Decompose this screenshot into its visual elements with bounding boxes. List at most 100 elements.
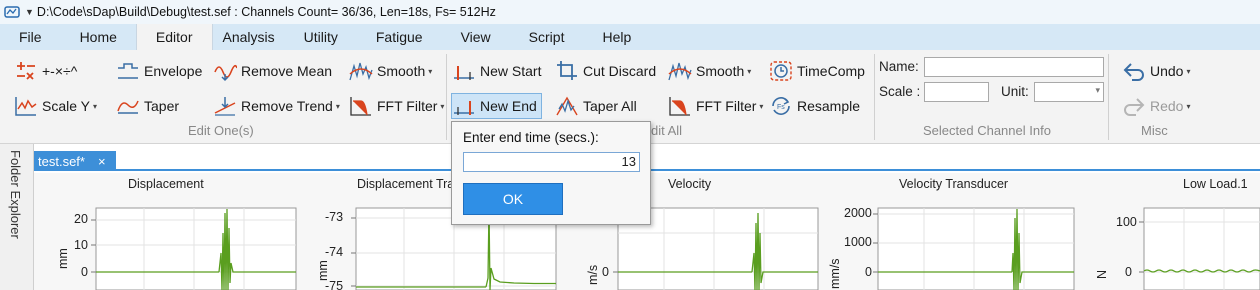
chevron-down-icon: ▾ [428,66,433,76]
clock-icon [770,61,792,81]
crop-icon [557,61,577,80]
tick-label: 0 [1125,265,1132,279]
remove-mean-button[interactable]: Remove Mean [213,58,332,84]
group-label-channel-info: Selected Channel Info [923,123,1051,138]
chevron-down-icon: ▾ [93,101,98,111]
tick-label: 0 [602,265,609,279]
timecomp-button[interactable]: TimeComp [769,58,865,84]
chevron-down-icon: ▾ [1186,101,1191,111]
plot-displacement[interactable] [91,207,297,290]
tick-label: 0 [81,265,88,279]
close-icon[interactable]: × [98,154,106,169]
popup-prompt: Enter end time (secs.): [463,130,599,145]
y-axis-unit: mm/s [828,258,842,289]
resample-icon: Fs [772,97,790,115]
name-input[interactable] [924,57,1104,77]
taper-icon [117,100,139,114]
end-time-input[interactable]: 13 [463,152,640,172]
group-label-misc: Misc [1141,123,1168,138]
tick-label: -73 [325,210,344,224]
undo-button[interactable]: Undo ▾ [1122,58,1190,84]
chevron-down-icon: ▾ [440,101,445,111]
ok-button[interactable]: OK [463,183,563,215]
math-ops-button[interactable]: +-×÷^ [14,58,77,84]
y-axis-unit: mm [56,248,70,269]
menu-file[interactable]: File [0,24,61,50]
y-axis-unit: mm [316,260,330,281]
tick-label: 20 [74,212,88,226]
document-tab[interactable]: test.sef* × [34,151,116,171]
menu-utility[interactable]: Utility [285,24,357,50]
envelope-icon [118,63,138,79]
plot-title-displacement-transducer: Displacement Tra [357,177,455,191]
menu-analysis[interactable]: Analysis [213,24,285,50]
plot-velocity-transducer[interactable] [873,207,1075,290]
scale-y-icon [15,97,37,116]
taper-all-icon [556,96,578,116]
taper-all-button[interactable]: Taper All [555,93,637,119]
chevron-down-icon: ▾ [1186,66,1191,76]
quick-access-dropdown-icon[interactable]: ▼ [25,7,34,17]
end-time-popup: Enter end time (secs.): 13 OK [451,121,651,225]
y-axis-unit: m/s [586,264,600,285]
plot-title-velocity: Velocity [668,177,712,191]
menu-editor[interactable]: Editor [135,24,213,50]
plot-title-displacement: Displacement [128,177,204,191]
y-axis-unit: N [1095,269,1109,279]
folder-explorer-tab[interactable]: Folder Explorer [8,150,23,239]
group-separator [1108,54,1109,140]
smooth-icon [349,62,373,81]
plot-title-low-load-1: Low Load.1 [1183,177,1248,191]
tick-label: 1000 [844,235,872,249]
new-end-button[interactable]: New End [451,93,542,119]
tick-label: 100 [1116,215,1137,229]
fft-filter-icon [350,97,371,116]
tick-label: 2000 [844,206,872,220]
scale-input[interactable] [924,82,989,102]
chevron-down-icon: ▾ [335,101,340,111]
envelope-button[interactable]: Envelope [116,58,202,84]
redo-button[interactable]: Redo ▾ [1122,93,1190,119]
undo-icon [1123,63,1144,81]
tick-label: -74 [325,245,344,259]
plot-title-velocity-transducer: Velocity Transducer [899,177,1009,191]
smooth-button[interactable]: Smooth ▾ [349,58,432,84]
scale-label: Scale : [879,84,921,99]
new-start-button[interactable]: New Start [452,58,541,84]
plot-low-load-1[interactable] [1139,207,1260,290]
smooth-icon [668,62,692,81]
resample-button[interactable]: Fs Resample [769,93,860,119]
redo-icon [1124,98,1145,116]
taper-button[interactable]: Taper [116,93,179,119]
group-label-edit-one: Edit One(s) [188,123,254,138]
cut-discard-button[interactable]: Cut Discard [555,58,656,84]
group-label-edit-all: dit All [651,123,683,138]
fft-filter-icon [669,97,690,116]
app-icon[interactable] [4,5,22,19]
group-separator [874,54,875,140]
unit-label: Unit: [1001,84,1029,99]
fft-filter-button[interactable]: FFT Filter ▾ [349,93,444,119]
scale-y-button[interactable]: Scale Y ▾ [14,93,97,119]
chevron-down-icon: ▾ [1095,85,1100,95]
svg-text:Fs: Fs [777,104,785,111]
smooth-all-button[interactable]: Smooth ▾ [668,58,751,84]
math-ops-icon [17,62,35,80]
remove-trend-icon [214,97,236,116]
menu-view[interactable]: View [442,24,510,50]
group-separator [446,54,447,140]
name-label: Name: [879,59,919,74]
fft-filter-all-button[interactable]: FFT Filter ▾ [668,93,763,119]
new-start-icon [454,66,474,80]
unit-select[interactable]: ▾ [1034,82,1104,102]
menu-fatigue[interactable]: Fatigue [357,24,442,50]
window-title: D:\Code\sDap\Build\Debug\test.sef : Chan… [36,5,496,19]
menu-help[interactable]: Help [583,24,650,50]
menu-script[interactable]: Script [510,24,584,50]
menu-bar: File Home Editor Analysis Utility Fatigu… [0,24,1260,50]
new-end-icon [454,101,474,115]
menu-home[interactable]: Home [61,24,136,50]
tick-label: 10 [74,238,88,252]
chevron-down-icon: ▾ [759,101,764,111]
remove-trend-button[interactable]: Remove Trend ▾ [213,93,340,119]
